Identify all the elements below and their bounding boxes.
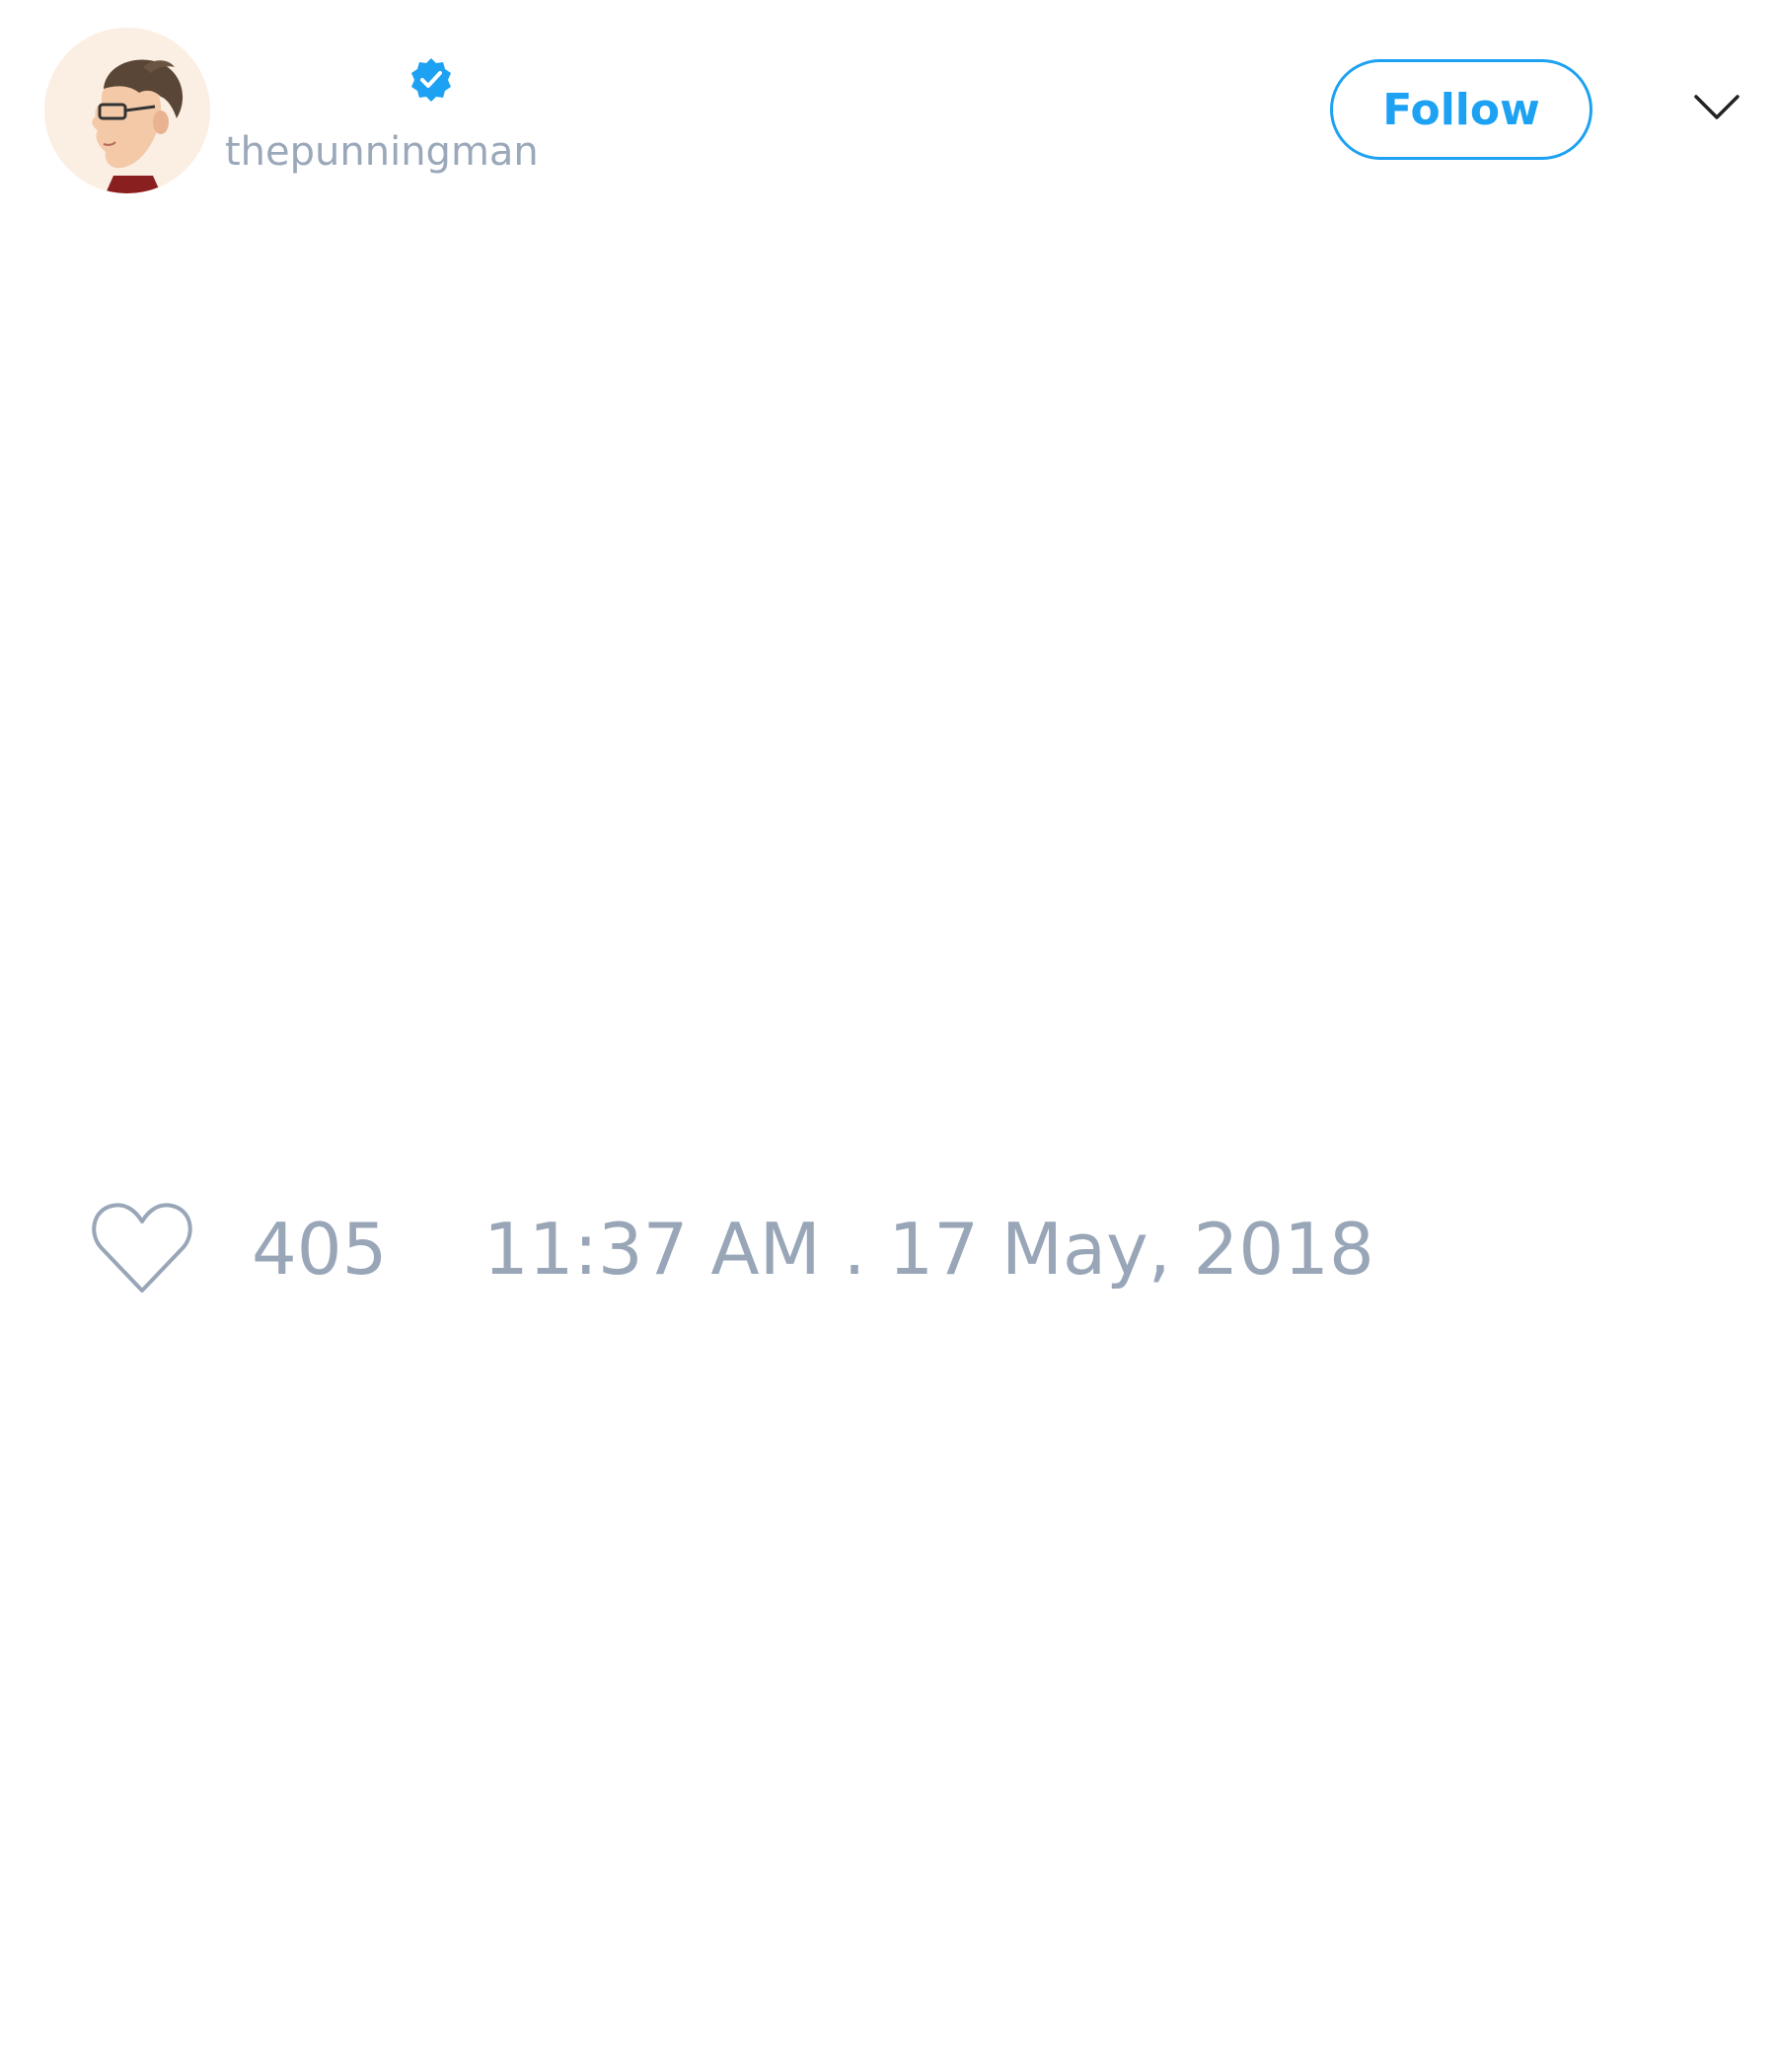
like-count: 405 [252,1208,388,1291]
heart-icon[interactable] [89,1200,195,1298]
verified-badge-icon [411,58,451,102]
chevron-down-icon[interactable] [1692,91,1741,124]
follow-button[interactable]: Follow [1330,59,1592,160]
avatar-illustration [44,28,210,193]
author-handle[interactable]: thepunningman [225,126,539,178]
tweet-timestamp[interactable]: 11:37 AM . 17 May, 2018 [483,1206,1374,1293]
avatar[interactable] [44,28,210,193]
